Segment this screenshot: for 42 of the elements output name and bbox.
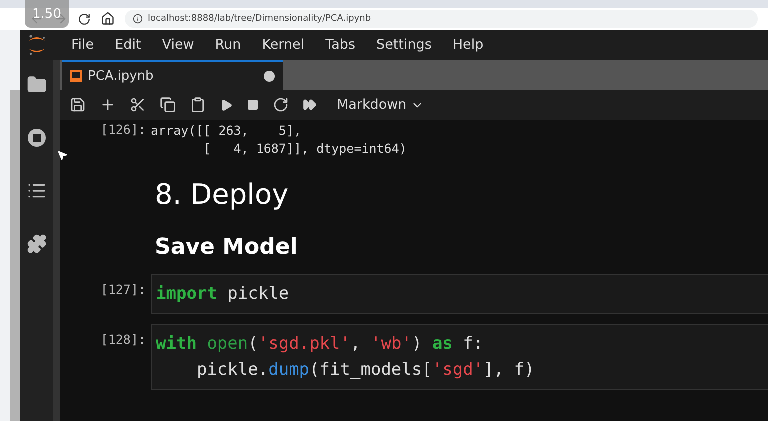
menu-item[interactable]: Run xyxy=(204,37,252,53)
mouse-cursor-icon xyxy=(57,150,68,161)
cut-icon[interactable] xyxy=(130,97,146,113)
folder-icon[interactable] xyxy=(26,75,46,95)
home-icon[interactable] xyxy=(101,12,115,26)
heading: 8. Deploy xyxy=(155,178,289,211)
puzzle-icon[interactable] xyxy=(26,234,46,254)
menu-item[interactable]: File xyxy=(61,37,105,53)
url-text: localhost:8888/lab/tree/Dimensionality/PCA.ipynb xyxy=(148,14,372,24)
speed-tooltip: 1.50 xyxy=(25,0,69,28)
tab-title: PCA.ipynb xyxy=(88,68,155,84)
cell-prompt: [127]: xyxy=(100,281,147,297)
stop-icon[interactable] xyxy=(247,99,259,111)
menu-item[interactable]: Kernel xyxy=(252,37,316,53)
paste-icon[interactable] xyxy=(190,97,206,113)
menu-item[interactable]: Settings xyxy=(366,37,442,53)
subheading: Save Model xyxy=(155,235,298,260)
menu-item[interactable]: Help xyxy=(442,37,494,53)
save-icon[interactable] xyxy=(70,97,86,113)
play-icon[interactable] xyxy=(220,98,233,112)
menu-item[interactable]: Tabs xyxy=(315,37,366,53)
logo-icon xyxy=(27,34,47,56)
copy-icon[interactable] xyxy=(160,97,176,113)
address-bar[interactable]: localhost:8888/lab/tree/Dimensionality/PCA.ipynb xyxy=(125,10,758,28)
menu-item[interactable]: View xyxy=(152,37,205,53)
stop-circle-icon[interactable] xyxy=(26,128,46,148)
unsaved-dot[interactable] xyxy=(264,70,275,82)
code-cell[interactable]: with open('sgd.pkl', 'wb') as f: pickle.dump(fit_models['sgd'], f) xyxy=(151,324,768,390)
notebook-icon xyxy=(70,70,82,82)
restart-icon[interactable] xyxy=(273,97,289,113)
cell-prompt: [128]: xyxy=(100,331,147,347)
fast-forward-icon[interactable] xyxy=(303,98,317,112)
code-cell[interactable]: import pickle xyxy=(151,274,768,314)
notebook-tab[interactable]: PCA.ipynb xyxy=(62,60,283,90)
menu-item[interactable]: Edit xyxy=(104,37,152,53)
cell-prompt: [126]: xyxy=(100,122,147,137)
reload-icon[interactable] xyxy=(78,12,91,26)
cell-output: array([[ 263, 5], [ 4, 1687]], dtype=int64) xyxy=(151,122,407,158)
add-icon[interactable] xyxy=(100,97,116,113)
info-icon xyxy=(133,14,143,24)
scrollbar-thumb[interactable] xyxy=(10,90,20,421)
cell-type-dropdown[interactable]: Markdown xyxy=(337,97,424,113)
